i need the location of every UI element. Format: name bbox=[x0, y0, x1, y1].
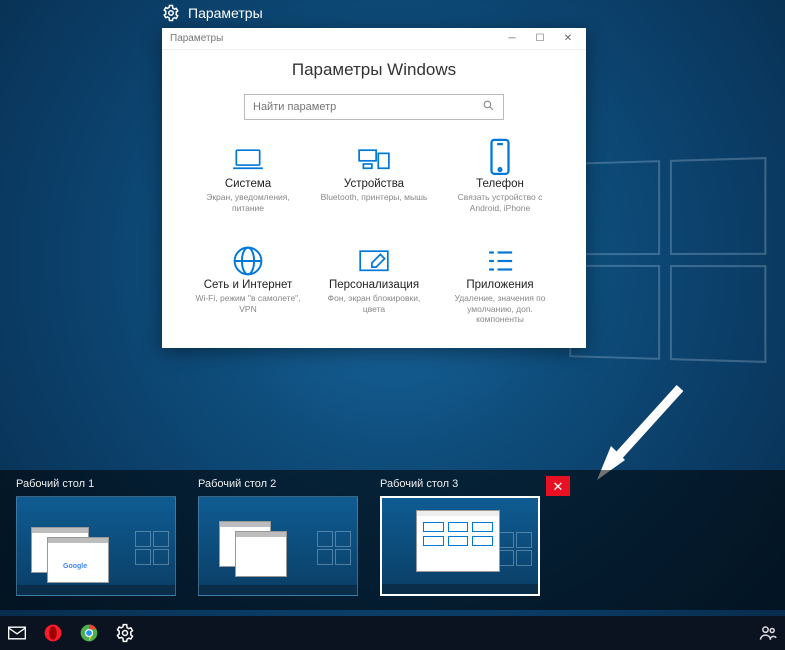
tile-sub: Экран, уведомления, питание bbox=[194, 192, 302, 213]
tile-apps[interactable]: Приложения Удаление, значения по умолчан… bbox=[440, 243, 560, 338]
search-icon bbox=[482, 99, 495, 115]
tile-sub: Bluetooth, принтеры, мышь bbox=[321, 192, 428, 203]
opera-icon[interactable] bbox=[40, 620, 66, 646]
search-box[interactable] bbox=[244, 94, 504, 120]
desktop-thumb-2[interactable]: Рабочий стол 2 bbox=[198, 478, 358, 600]
close-desktop-button[interactable]: ✕ bbox=[546, 476, 570, 496]
tile-system[interactable]: Система Экран, уведомления, питание bbox=[188, 142, 308, 237]
tile-title: Приложения bbox=[466, 279, 533, 291]
apps-icon bbox=[483, 247, 517, 275]
close-icon: ✕ bbox=[553, 480, 564, 493]
devices-icon bbox=[357, 146, 391, 174]
close-button[interactable]: ✕ bbox=[554, 29, 582, 49]
window-chrome-title: Параметры bbox=[170, 33, 223, 44]
people-icon[interactable] bbox=[755, 620, 781, 646]
tile-devices[interactable]: Устройства Bluetooth, принтеры, мышь bbox=[314, 142, 434, 237]
window-title: Параметры bbox=[188, 5, 263, 21]
tile-sub: Фон, экран блокировки, цвета bbox=[320, 293, 428, 314]
desktop-thumb-3[interactable]: Рабочий стол 3 ✕ bbox=[380, 478, 540, 600]
window-chrome: Параметры ─ ☐ ✕ bbox=[162, 28, 586, 50]
gear-icon bbox=[162, 4, 180, 22]
desktop-windows-logo bbox=[569, 157, 766, 363]
tile-network[interactable]: Сеть и Интернет Wi-Fi, режим "в самолете… bbox=[188, 243, 308, 338]
laptop-icon bbox=[231, 146, 265, 174]
settings-gear-icon[interactable] bbox=[112, 620, 138, 646]
tile-title: Сеть и Интернет bbox=[204, 279, 293, 291]
mail-icon[interactable] bbox=[4, 620, 30, 646]
globe-icon bbox=[231, 247, 265, 275]
tile-personalization[interactable]: Персонализация Фон, экран блокировки, цв… bbox=[314, 243, 434, 338]
tile-title: Персонализация bbox=[329, 279, 419, 291]
settings-heading: Параметры Windows bbox=[292, 60, 456, 80]
window-header: Параметры bbox=[162, 4, 263, 22]
maximize-button[interactable]: ☐ bbox=[526, 29, 554, 49]
desktop-thumb-1[interactable]: Рабочий стол 1 Google bbox=[16, 478, 176, 600]
tile-title: Устройства bbox=[344, 178, 404, 190]
search-input[interactable] bbox=[253, 101, 482, 113]
tile-title: Система bbox=[225, 178, 271, 190]
settings-window: Параметры ─ ☐ ✕ Параметры Windows Систем… bbox=[162, 28, 586, 348]
desktop-label: Рабочий стол 1 bbox=[16, 478, 176, 490]
taskview-strip: Рабочий стол 1 Google Рабочий стол 2 Раб… bbox=[0, 470, 785, 610]
tile-phone[interactable]: Телефон Связать устройство с Android, iP… bbox=[440, 142, 560, 237]
tile-sub: Удаление, значения по умолчанию, доп. ко… bbox=[446, 293, 554, 325]
tile-title: Телефон bbox=[476, 178, 524, 190]
system-taskbar bbox=[0, 616, 785, 650]
chrome-icon[interactable] bbox=[76, 620, 102, 646]
desktop-label: Рабочий стол 2 bbox=[198, 478, 358, 490]
desktop-label: Рабочий стол 3 bbox=[380, 478, 540, 490]
personalization-icon bbox=[357, 247, 391, 275]
phone-icon bbox=[483, 146, 517, 174]
minimize-button[interactable]: ─ bbox=[498, 29, 526, 49]
tile-sub: Связать устройство с Android, iPhone bbox=[446, 192, 554, 213]
tile-sub: Wi-Fi, режим "в самолете", VPN bbox=[194, 293, 302, 314]
settings-tiles: Система Экран, уведомления, питание Устр… bbox=[188, 142, 560, 338]
